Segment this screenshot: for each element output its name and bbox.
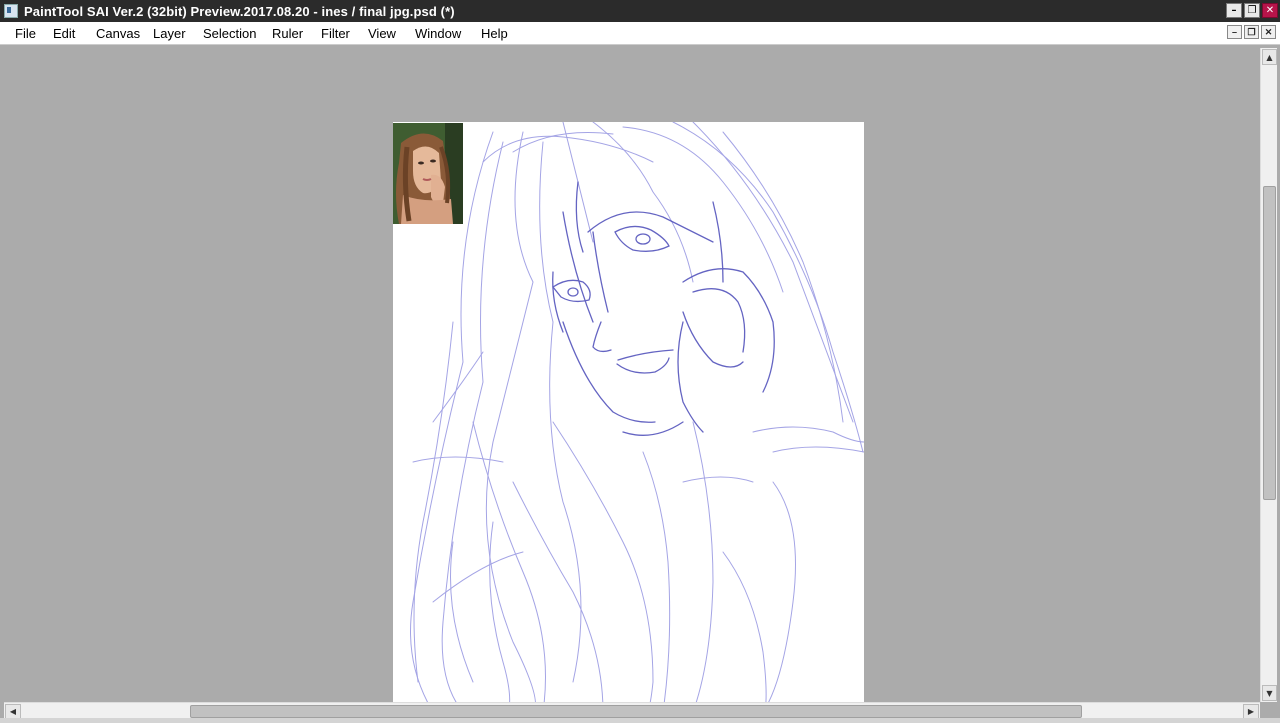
menu-canvas[interactable]: Canvas [96, 26, 140, 41]
menu-view[interactable]: View [368, 26, 396, 41]
restore-button[interactable]: ❐ [1244, 3, 1260, 18]
document-minimize-button[interactable]: – [1227, 25, 1242, 39]
menu-selection[interactable]: Selection [203, 26, 256, 41]
document-restore-button[interactable]: ❐ [1244, 25, 1259, 39]
menu-filter[interactable]: Filter [321, 26, 350, 41]
menu-ruler[interactable]: Ruler [272, 26, 303, 41]
horizontal-scrollbar[interactable]: ◀ ▶ [4, 702, 1260, 719]
menu-file[interactable]: File [15, 26, 36, 41]
menu-edit[interactable]: Edit [53, 26, 75, 41]
close-button[interactable]: ✕ [1262, 3, 1278, 18]
window-title: PaintTool SAI Ver.2 (32bit) Preview.2017… [24, 3, 455, 19]
drawing-canvas[interactable] [393, 122, 864, 702]
menu-layer[interactable]: Layer [153, 26, 186, 41]
vertical-scrollbar[interactable]: ▲ ▼ [1260, 48, 1277, 702]
menu-bar: File Edit Canvas Layer Selection Ruler F… [0, 22, 1280, 45]
scroll-left-button[interactable]: ◀ [5, 704, 21, 719]
status-strip [0, 718, 1280, 723]
horizontal-scroll-thumb[interactable] [190, 705, 1082, 718]
scroll-up-button[interactable]: ▲ [1262, 49, 1277, 65]
title-bar: PaintTool SAI Ver.2 (32bit) Preview.2017… [0, 0, 1280, 22]
scroll-right-button[interactable]: ▶ [1243, 704, 1259, 719]
window-controls: – ❐ ✕ [1226, 3, 1278, 18]
menu-window[interactable]: Window [415, 26, 461, 41]
line-sketch [410, 122, 864, 702]
vertical-scroll-thumb[interactable] [1263, 186, 1276, 500]
scroll-down-button[interactable]: ▼ [1262, 685, 1277, 701]
document-window-controls: – ❐ ✕ [1227, 25, 1276, 39]
menu-help[interactable]: Help [481, 26, 508, 41]
app-icon[interactable] [4, 4, 18, 18]
canvas-workspace[interactable] [4, 48, 1260, 702]
document-close-button[interactable]: ✕ [1261, 25, 1276, 39]
minimize-button[interactable]: – [1226, 3, 1242, 18]
